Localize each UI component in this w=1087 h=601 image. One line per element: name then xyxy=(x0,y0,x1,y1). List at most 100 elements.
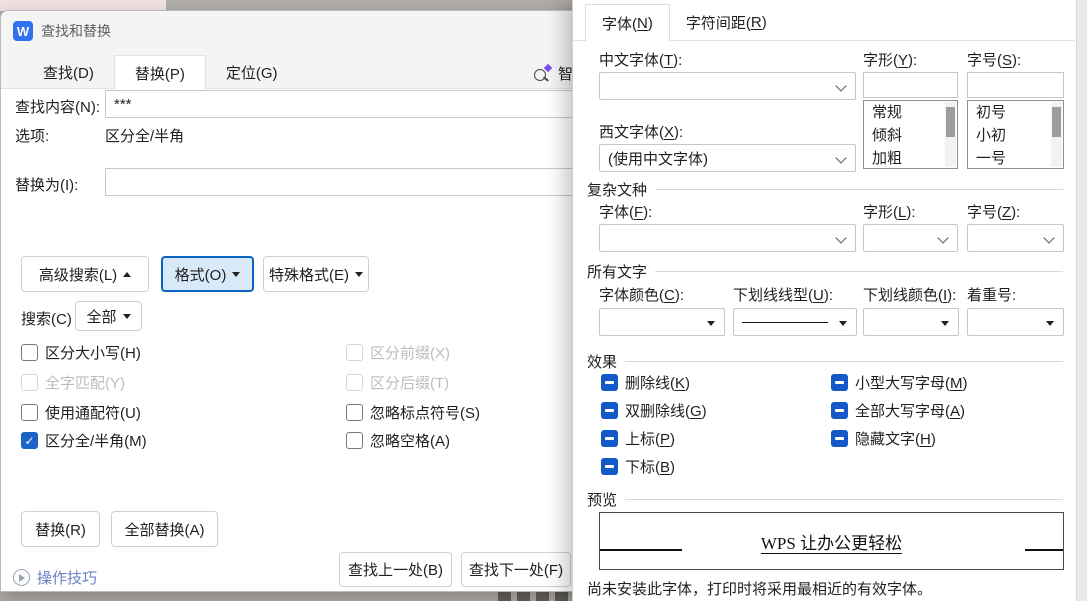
chevron-down-icon xyxy=(123,314,131,323)
tab-font[interactable]: 字体(N) xyxy=(585,4,670,41)
chevron-down-icon xyxy=(355,272,363,281)
find-previous-label: 查找上一处(B) xyxy=(348,559,443,580)
checkbox-label: 下标(B) xyxy=(625,456,675,477)
preview-rule-left xyxy=(600,549,682,551)
checkbox-match-prefix[interactable]: 区分前缀(X) xyxy=(346,342,450,363)
find-next-button[interactable]: 查找下一处(F) xyxy=(461,552,571,587)
tab-character-spacing[interactable]: 字符间距(R) xyxy=(670,4,783,41)
find-next-label: 查找下一处(F) xyxy=(469,559,563,580)
checkbox-small-caps[interactable]: 小型大写字母(M) xyxy=(831,372,968,393)
checkbox-label: 区分后缀(T) xyxy=(370,372,449,393)
checkbox-all-caps[interactable]: 全部大写字母(A) xyxy=(831,400,965,421)
checkbox-match-suffix[interactable]: 区分后缀(T) xyxy=(346,372,449,393)
scrollbar[interactable] xyxy=(945,102,956,167)
checkbox-whole-word[interactable]: 全字匹配(Y) xyxy=(21,372,125,393)
chinese-font-label: 中文字体(T): xyxy=(599,49,682,70)
font-size-listbox[interactable]: 初号 小初 一号 xyxy=(967,100,1064,169)
collapse-icon xyxy=(123,268,131,277)
checkbox-box xyxy=(21,374,38,391)
font-size-label: 字号(S): xyxy=(967,49,1021,70)
checkbox-subscript[interactable]: 下标(B) xyxy=(601,456,675,477)
western-font-combobox[interactable]: (使用中文字体) xyxy=(599,144,856,172)
checkbox-label: 全字匹配(Y) xyxy=(45,372,125,393)
format-button[interactable]: 格式(O) xyxy=(161,256,254,292)
tab-replace[interactable]: 替换(P) xyxy=(114,55,206,90)
checkbox-ignore-whitespace[interactable]: 忽略空格(A) xyxy=(346,430,450,451)
complex-font-combobox[interactable] xyxy=(599,224,856,252)
replace-with-label: 替换为(I): xyxy=(15,174,78,195)
underline-style-label: 下划线线型(U): xyxy=(733,284,833,305)
font-color-label: 字体颜色(C): xyxy=(599,284,684,305)
font-style-input[interactable] xyxy=(863,72,958,98)
checkbox-box xyxy=(346,404,363,421)
find-previous-button[interactable]: 查找上一处(B) xyxy=(339,552,452,587)
group-title: 复杂文种 xyxy=(587,179,647,200)
replace-all-button[interactable]: 全部替换(A) xyxy=(111,511,218,547)
checkbox-full-half-width[interactable]: 区分全/半角(M) xyxy=(21,430,147,451)
list-item[interactable]: 一号 xyxy=(968,147,1063,169)
checkbox-box xyxy=(346,344,363,361)
underline-color-dropdown[interactable] xyxy=(863,308,959,336)
underline-style-dropdown[interactable] xyxy=(733,308,857,336)
background-document-text xyxy=(498,591,572,601)
replace-button[interactable]: 替换(R) xyxy=(21,511,100,547)
checkbox-box xyxy=(601,458,618,475)
advanced-search-button[interactable]: 高级搜索(L) xyxy=(21,256,149,292)
emphasis-mark-label: 着重号: xyxy=(967,284,1016,305)
list-item[interactable]: 倾斜 xyxy=(864,124,957,147)
advanced-search-label: 高级搜索(L) xyxy=(39,264,117,285)
dropdown-arrow-icon xyxy=(707,321,715,330)
complex-style-combobox[interactable] xyxy=(863,224,958,252)
operation-tips-link[interactable]: 操作技巧 xyxy=(13,567,97,588)
preview-rule-right xyxy=(1025,549,1063,551)
font-size-input[interactable] xyxy=(967,72,1064,98)
list-item[interactable]: 初号 xyxy=(968,101,1063,124)
checkbox-strikethrough[interactable]: 删除线(K) xyxy=(601,372,690,393)
chinese-font-combobox[interactable] xyxy=(599,72,856,100)
preview-group: 预览 xyxy=(587,489,1063,510)
scrollbar-thumb[interactable] xyxy=(1052,107,1061,137)
tab-find[interactable]: 查找(D) xyxy=(23,55,114,90)
chevron-down-icon xyxy=(835,232,846,243)
complex-size-combobox[interactable] xyxy=(967,224,1064,252)
checkbox-match-case[interactable]: 区分大小写(H) xyxy=(21,342,141,363)
emphasis-mark-dropdown[interactable] xyxy=(967,308,1064,336)
chevron-down-icon xyxy=(937,232,948,243)
checkbox-superscript[interactable]: 上标(P) xyxy=(601,428,675,449)
checkbox-box xyxy=(831,430,848,447)
font-not-installed-note: 尚未安装此字体，打印时将采用最相近的有效字体。 xyxy=(587,578,932,599)
effects-group: 效果 xyxy=(587,351,1063,372)
checkbox-box xyxy=(346,432,363,449)
window-edge xyxy=(1076,0,1087,601)
search-direction-dropdown[interactable]: 全部 xyxy=(75,301,142,331)
group-title: 预览 xyxy=(587,489,617,510)
font-style-listbox[interactable]: 常规 倾斜 加粗 xyxy=(863,100,958,169)
chevron-down-icon xyxy=(232,272,240,281)
screen: W 查找和替换 查找(D) 替换(P) 定位(G) 智能 查找内容(N): 选项… xyxy=(0,0,1087,601)
scrollbar-thumb[interactable] xyxy=(946,107,955,137)
checkbox-wildcards[interactable]: 使用通配符(U) xyxy=(21,402,141,423)
checkbox-ignore-punctuation[interactable]: 忽略标点符号(S) xyxy=(346,402,480,423)
special-format-button[interactable]: 特殊格式(E) xyxy=(263,256,369,292)
dropdown-arrow-icon xyxy=(941,321,949,330)
complex-script-group: 复杂文种 xyxy=(587,179,1063,200)
complex-style-label: 字形(L): xyxy=(863,201,916,222)
checkbox-hidden-text[interactable]: 隐藏文字(H) xyxy=(831,428,936,449)
checkbox-box xyxy=(601,430,618,447)
font-color-dropdown[interactable] xyxy=(599,308,725,336)
checkbox-label: 双删除线(G) xyxy=(625,400,707,421)
replace-button-label: 替换(R) xyxy=(35,519,86,540)
find-what-label: 查找内容(N): xyxy=(15,96,100,117)
scrollbar[interactable] xyxy=(1051,102,1062,167)
checkbox-box xyxy=(831,374,848,391)
list-item[interactable]: 小初 xyxy=(968,124,1063,147)
checkbox-label: 上标(P) xyxy=(625,428,675,449)
operation-tips-label: 操作技巧 xyxy=(37,567,97,588)
checkbox-double-strikethrough[interactable]: 双删除线(G) xyxy=(601,400,707,421)
chevron-down-icon xyxy=(1043,232,1054,243)
checkbox-box xyxy=(21,432,38,449)
list-item[interactable]: 常规 xyxy=(864,101,957,124)
list-item[interactable]: 加粗 xyxy=(864,147,957,169)
tab-goto[interactable]: 定位(G) xyxy=(206,55,298,90)
western-font-value: (使用中文字体) xyxy=(608,148,708,169)
